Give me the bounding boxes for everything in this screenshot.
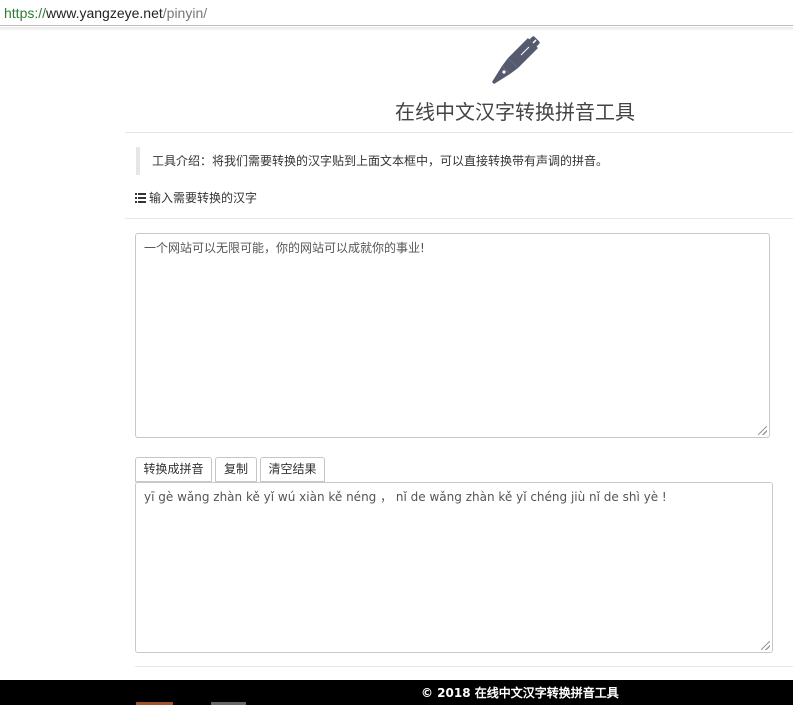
address-bar[interactable]: https://www.yangzeye.net/pinyin/ — [0, 0, 793, 26]
chinese-input-textarea[interactable]: 一个网站可以无限可能，你的网站可以成就你的事业! — [135, 233, 770, 438]
list-icon — [135, 193, 146, 203]
pinyin-output-textarea[interactable]: yī gè wǎng zhàn kě yǐ wú xiàn kě néng ， … — [135, 482, 773, 653]
copy-button[interactable]: 复制 — [215, 457, 257, 482]
resize-handle[interactable] — [758, 426, 767, 435]
url-scheme: https:// — [4, 5, 47, 21]
divider — [125, 218, 793, 219]
footer-copyright: © 2018 在线中文汉字转换拼音工具 — [421, 686, 619, 700]
fountain-pen-icon — [492, 36, 540, 84]
divider — [125, 132, 793, 133]
url-host: www.yangzeye.net — [46, 5, 163, 21]
tool-intro: 工具介绍：将我们需要转换的汉字贴到上面文本框中，可以直接转换带有声调的拼音。 — [136, 147, 776, 175]
clear-result-button[interactable]: 清空结果 — [260, 457, 325, 482]
page-title: 在线中文汉字转换拼音工具 — [395, 100, 635, 124]
url-path: /pinyin/ — [162, 5, 208, 21]
input-section-label: 输入需要转换的汉字 — [135, 190, 257, 206]
convert-to-pinyin-button[interactable]: 转换成拼音 — [135, 457, 212, 482]
footer: © 2018 在线中文汉字转换拼音工具 — [0, 680, 793, 705]
chinese-input-value: 一个网站可以无限可能，你的网站可以成就你的事业! — [144, 241, 425, 255]
divider — [135, 666, 793, 667]
address-bar-shadow — [0, 27, 793, 31]
resize-handle[interactable] — [761, 641, 770, 650]
pinyin-output-value: yī gè wǎng zhàn kě yǐ wú xiàn kě néng ， … — [144, 490, 667, 504]
input-section-label-text: 输入需要转换的汉字 — [149, 191, 258, 205]
